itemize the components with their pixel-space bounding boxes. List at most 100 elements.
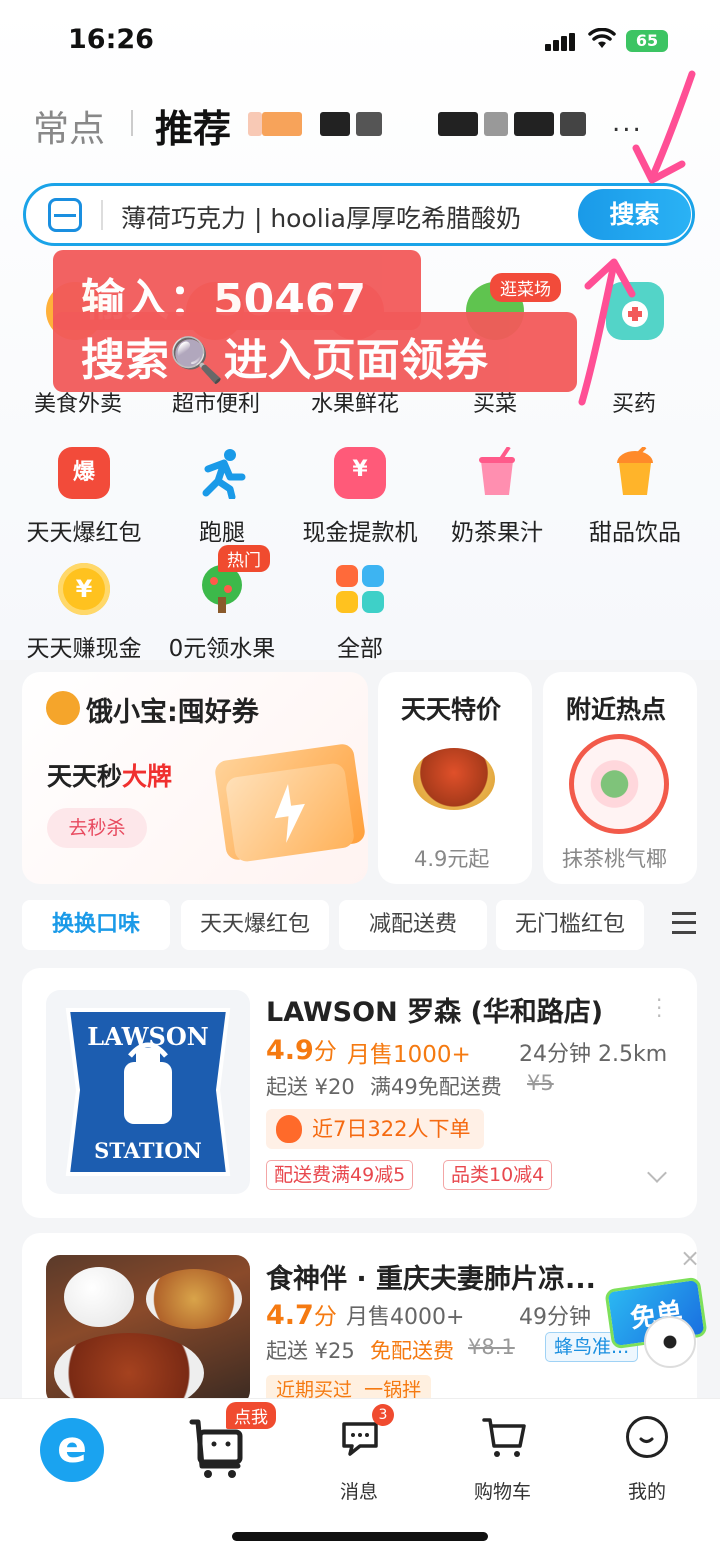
tab-cart[interactable]: 购物车 <box>474 1477 531 1504</box>
min-order: 起送 ¥20 <box>266 1075 355 1099</box>
runner-icon <box>196 447 248 501</box>
rating-unit: 分 <box>313 1304 337 1330</box>
soccer-ball-icon <box>644 1316 696 1368</box>
store-name[interactable]: 食神伴 · 重庆夫妻肺片凉... <box>266 1257 596 1296</box>
battery-icon: 65 <box>626 30 668 52</box>
scan-icon[interactable] <box>48 198 82 232</box>
grid-item-atm[interactable]: ¥ 现金提款机 <box>290 447 430 547</box>
ele-bao-dog-icon <box>46 691 80 725</box>
daily-special-title: 天天特价 <box>401 695 502 724</box>
blurred-tabs <box>248 112 618 136</box>
grid-item-errand[interactable]: 跑腿 <box>152 447 292 547</box>
free-delivery: 免配送费 <box>370 1339 454 1363</box>
home-indicator <box>232 1532 488 1541</box>
promo-overlay: 输入：50467 搜索🔍进入页面领券 <box>53 250 577 392</box>
search-button[interactable]: 搜索 <box>578 189 691 240</box>
filter-chip[interactable]: 天天爆红包 <box>181 900 329 950</box>
red-packet-icon: 爆 <box>58 447 110 499</box>
delivery-eta: 24分钟 2.5km <box>519 1042 668 1067</box>
fire-icon <box>276 1115 302 1143</box>
all-apps-icon <box>334 563 386 615</box>
status-time: 16:26 <box>68 24 154 55</box>
spicy-food-image <box>413 748 495 810</box>
nearby-hot-item: 抹茶桃气椰 <box>562 847 667 871</box>
filter-chip[interactable]: 换换口味 <box>22 900 170 950</box>
cellular-signal-icon <box>545 33 577 51</box>
atm-icon: ¥ <box>334 447 386 499</box>
old-fee-value: ¥5 <box>527 1071 554 1095</box>
ele-bao-brand: 饿小宝:囤好券 <box>86 690 259 729</box>
free-delivery: 满49免配送费 <box>370 1075 502 1099</box>
monthly-sales: 月售4000+ <box>346 1305 465 1330</box>
message-count-badge: 3 <box>372 1404 394 1426</box>
grid-label: 天天赚现金 <box>26 636 142 662</box>
lawson-logo-top: LAWSON <box>87 1022 209 1051</box>
search-divider <box>101 200 103 230</box>
grid-label: 甜品饮品 <box>589 520 681 546</box>
red-packet-glyph: 爆 <box>72 460 95 485</box>
flash-sale-button[interactable]: 去秒杀 <box>47 808 147 848</box>
grid-item-earn-cash[interactable]: ¥ 天天赚现金 <box>14 563 154 663</box>
dessert-drink-icon <box>609 445 661 499</box>
store-more-icon[interactable]: · · · <box>656 990 662 1026</box>
grid-item-milk-tea[interactable]: 奶茶果汁 <box>427 445 567 547</box>
atm-glyph: ¥ <box>352 457 368 482</box>
search-input[interactable]: 薄荷巧克力 | hoolia厚厚吃希腊酸奶 <box>121 199 521 235</box>
daily-special-price: 4.9元起 <box>414 847 490 871</box>
delivery-eta: 49分钟 <box>519 1305 591 1330</box>
filter-chip[interactable]: 无门槛红包 <box>496 900 644 950</box>
tab-frequent[interactable]: 常点 <box>33 100 105 152</box>
ele-bao-title-prefix: 天天秒 <box>47 762 123 791</box>
filter-menu-icon[interactable] <box>672 912 696 934</box>
grid-item-all[interactable]: 全部 <box>290 563 430 663</box>
drink-image <box>569 734 669 834</box>
monthly-sales: 月售1000+ <box>347 1042 471 1068</box>
lawson-logo: LAWSON STATION <box>46 990 250 1194</box>
store-rating: 4.9分 <box>266 1032 337 1066</box>
tap-me-badge: 点我 <box>226 1402 276 1429</box>
ele-bao-title: 天天秒大牌 <box>47 757 172 793</box>
annotation-arrow-up-icon <box>578 258 636 406</box>
rating-unit: 分 <box>313 1039 337 1065</box>
tab-profile[interactable]: 我的 <box>628 1477 666 1504</box>
messages-icon[interactable] <box>340 1418 380 1458</box>
min-order: 起送 ¥25 <box>266 1339 355 1363</box>
dish-image <box>54 1333 204 1405</box>
old-delivery-fee: ¥8.1 <box>468 1335 515 1359</box>
nearby-hot-title: 附近热点 <box>566 695 667 724</box>
grid-label: 全部 <box>337 636 383 662</box>
promo-line-2: 搜索🔍进入页面领券 <box>53 312 577 392</box>
search-bar[interactable]: 薄荷巧克力 | hoolia厚厚吃希腊酸奶 搜索 <box>23 183 695 246</box>
store-name[interactable]: LAWSON 罗森 (华和路店) <box>266 990 603 1029</box>
filter-chip[interactable]: 减配送费 <box>339 900 487 950</box>
grid-item-free-fruit[interactable]: 0元领水果 <box>152 563 292 663</box>
home-logo-icon[interactable] <box>40 1418 104 1482</box>
dismiss-icon[interactable]: × <box>680 1244 700 1272</box>
coin-glyph: ¥ <box>75 575 93 603</box>
wifi-icon <box>588 27 616 55</box>
tab-messages[interactable]: 消息 <box>340 1477 378 1504</box>
grid-item-dessert[interactable]: 甜品饮品 <box>565 445 705 547</box>
popularity-tag: 近7日322人下单 <box>266 1109 485 1149</box>
bubble-tea-icon <box>471 445 523 499</box>
ele-bao-title-highlight: 大牌 <box>122 762 173 791</box>
grid-item-red-packet[interactable]: 爆 天天爆红包 <box>14 447 154 547</box>
popularity-text: 近7日322人下单 <box>312 1117 471 1141</box>
tab-recommend[interactable]: 推荐 <box>155 98 231 153</box>
cart-icon[interactable] <box>482 1416 526 1460</box>
store-rating: 4.7分 <box>266 1297 337 1331</box>
rating-value: 4.7 <box>266 1300 314 1331</box>
grid-label: 跑腿 <box>199 520 245 546</box>
grid-label: 天天爆红包 <box>26 520 142 546</box>
coupon-tag: 品类10减4 <box>443 1160 553 1190</box>
annotation-arrow-down-icon <box>632 70 696 184</box>
profile-icon[interactable] <box>626 1416 668 1458</box>
ele-bao-brand-text: 饿小宝:囤好券 <box>86 697 259 728</box>
coupon-tag: 配送费满49减5 <box>266 1160 414 1190</box>
hot-badge: 热门 <box>218 545 270 572</box>
lawson-logo-bottom: STATION <box>94 1138 202 1163</box>
grid-label: 奶茶果汁 <box>451 520 543 546</box>
old-fee-value: ¥8.1 <box>468 1335 515 1359</box>
grid-label: 0元领水果 <box>168 636 276 662</box>
grid-label: 现金提款机 <box>302 520 418 546</box>
